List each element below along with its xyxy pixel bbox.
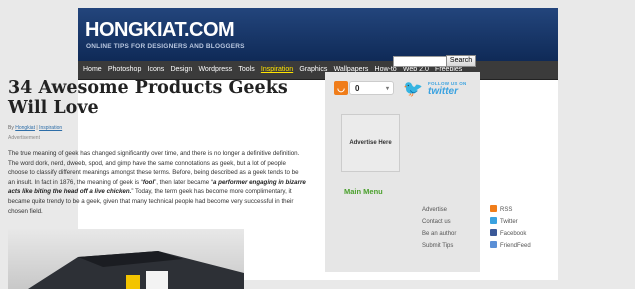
site-header: HONGKIAT.COM ONLINE TIPS FOR DESIGNERS A… xyxy=(78,8,558,62)
article-byline: By Hongkiat | Inspiration xyxy=(8,125,308,131)
article-image xyxy=(8,229,244,289)
facebook-icon xyxy=(490,229,497,236)
site-logo[interactable]: HONGKIAT.COM xyxy=(85,19,235,42)
menu-item-twitter-label: Twitter xyxy=(500,219,518,225)
menu-item-submit-tips[interactable]: Submit Tips xyxy=(422,243,453,249)
rss-icon[interactable]: ◡ xyxy=(334,81,348,95)
menu-item-rss-label: RSS xyxy=(500,207,513,213)
friendfeed-icon xyxy=(490,241,497,248)
menu-item-friendfeed-label: FriendFeed xyxy=(500,243,531,249)
twitter-wordmark: twitter xyxy=(428,86,458,97)
nav-item-tools[interactable]: Tools xyxy=(238,61,254,79)
article-title[interactable]: 34 Awesome Products Geeks Will Love xyxy=(8,78,308,118)
menu-item-facebook-label: Facebook xyxy=(500,231,527,237)
sidebar xyxy=(325,72,480,272)
site-tagline: ONLINE TIPS FOR DESIGNERS AND BLOGGERS xyxy=(86,43,245,50)
byline-separator: | xyxy=(36,125,38,131)
nav-item-inspiration[interactable]: Inspiration xyxy=(261,61,293,79)
menu-item-twitter[interactable]: Twitter xyxy=(490,217,518,225)
category-link[interactable]: Inspiration xyxy=(39,125,62,131)
twitter-bird-icon: 🐦 xyxy=(403,81,423,98)
article: 34 Awesome Products Geeks Will Love By H… xyxy=(8,78,308,216)
product-accent xyxy=(126,275,140,289)
menu-item-contact[interactable]: Contact us xyxy=(422,219,451,225)
rss-icon xyxy=(490,205,497,212)
menu-item-advertise[interactable]: Advertise xyxy=(422,207,447,213)
twitter-follow-badge[interactable]: 🐦 FOLLOW US ON twitter xyxy=(403,80,473,102)
rss-subscriber-count[interactable]: 0 ▾ xyxy=(349,81,394,95)
search-button[interactable]: Search xyxy=(446,55,476,67)
menu-item-author[interactable]: Be an author xyxy=(422,231,456,237)
nav-item-home[interactable]: Home xyxy=(83,61,102,79)
nav-item-icons[interactable]: Icons xyxy=(148,61,165,79)
author-link[interactable]: Hongkiat xyxy=(15,125,35,131)
menu-item-rss[interactable]: RSS xyxy=(490,205,512,213)
rss-count-value: 0 xyxy=(355,84,360,93)
nav-item-wordpress[interactable]: Wordpress xyxy=(198,61,232,79)
chevron-down-icon: ▾ xyxy=(385,86,389,92)
advertisement-label: Advertisement xyxy=(8,135,40,141)
twitter-icon xyxy=(490,217,497,224)
product-panel xyxy=(146,271,168,289)
nav-item-photoshop[interactable]: Photoshop xyxy=(108,61,141,79)
search-input[interactable] xyxy=(393,56,447,67)
menu-item-facebook[interactable]: Facebook xyxy=(490,229,526,237)
menu-item-friendfeed[interactable]: FriendFeed xyxy=(490,241,531,249)
nav-item-design[interactable]: Design xyxy=(170,61,192,79)
main-menu-title: Main Menu xyxy=(344,187,383,196)
byline-prefix: By xyxy=(8,125,14,131)
emphasis-fool: fool xyxy=(142,178,155,186)
paragraph-text-2: ”, then later became “ xyxy=(154,178,213,186)
advertise-box[interactable]: Advertise Here xyxy=(341,114,400,172)
article-paragraph: The true meaning of geek has changed sig… xyxy=(8,149,306,216)
advertise-label: Advertise Here xyxy=(349,140,392,146)
nav-item-graphics[interactable]: Graphics xyxy=(299,61,327,79)
